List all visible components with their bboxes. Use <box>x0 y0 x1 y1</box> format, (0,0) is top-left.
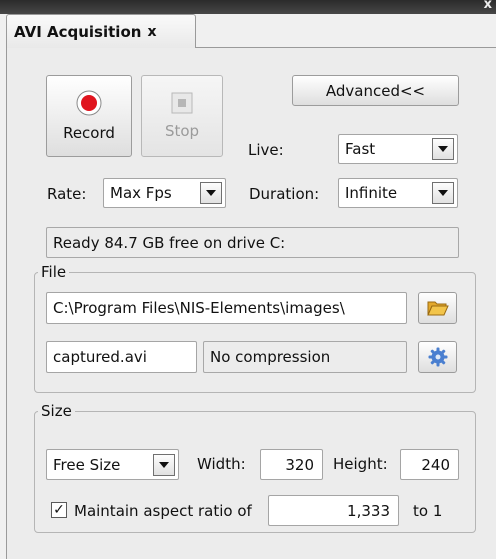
rate-value: Max Fps <box>110 184 172 202</box>
aspect-ratio-checkbox[interactable]: ✓ <box>51 502 67 518</box>
gear-icon <box>428 347 447 367</box>
rate-label: Rate: <box>47 185 87 203</box>
stop-button[interactable]: Stop <box>141 75 223 157</box>
duration-label: Duration: <box>249 185 320 203</box>
aspect-to-label: to 1 <box>413 502 443 520</box>
width-label: Width: <box>197 455 246 473</box>
file-group: File <box>34 263 476 393</box>
advanced-button[interactable]: Advanced<< <box>292 75 459 106</box>
chevron-down-icon[interactable] <box>153 453 175 476</box>
record-icon <box>76 90 102 116</box>
duration-select[interactable]: Infinite <box>338 178 458 208</box>
record-button[interactable]: Record <box>46 75 132 157</box>
checkmark-icon: ✓ <box>53 502 65 518</box>
rate-select[interactable]: Max Fps <box>103 178 226 208</box>
window-close-icon[interactable]: x <box>484 0 492 12</box>
chevron-down-icon[interactable] <box>432 138 454 160</box>
size-mode-select[interactable]: Free Size <box>46 449 179 480</box>
chevron-down-icon[interactable] <box>200 182 222 204</box>
record-label: Record <box>63 124 115 142</box>
window-title-bar <box>0 0 496 14</box>
chevron-down-icon[interactable] <box>432 182 454 204</box>
duration-value: Infinite <box>345 184 398 202</box>
status-field: Ready 84.7 GB free on drive C: <box>46 227 459 258</box>
tab-avi-acquisition[interactable]: AVI Acquisition x <box>6 14 196 48</box>
path-input[interactable]: C:\Program Files\NIS-Elements\images\ <box>46 292 407 324</box>
width-input[interactable]: 320 <box>260 449 323 480</box>
live-value: Fast <box>345 140 376 158</box>
browse-folder-button[interactable] <box>418 292 457 324</box>
live-label: Live: <box>248 141 284 159</box>
compression-field: No compression <box>203 341 407 373</box>
tab-title: AVI Acquisition <box>14 22 142 41</box>
stop-icon <box>171 92 193 114</box>
size-mode-value: Free Size <box>53 455 121 474</box>
size-group-legend: Size <box>41 402 72 420</box>
tab-close-icon[interactable]: x <box>147 24 156 40</box>
aspect-ratio-label: Maintain aspect ratio of <box>74 502 252 520</box>
file-group-legend: File <box>41 263 67 281</box>
folder-open-icon <box>426 301 449 316</box>
filename-input[interactable]: captured.avi <box>46 341 197 373</box>
live-select[interactable]: Fast <box>338 134 458 164</box>
height-label: Height: <box>333 455 388 473</box>
stop-label: Stop <box>164 122 200 140</box>
compression-settings-button[interactable] <box>418 341 457 373</box>
height-input[interactable]: 240 <box>400 449 459 480</box>
aspect-ratio-input[interactable]: 1,333 <box>268 495 399 526</box>
